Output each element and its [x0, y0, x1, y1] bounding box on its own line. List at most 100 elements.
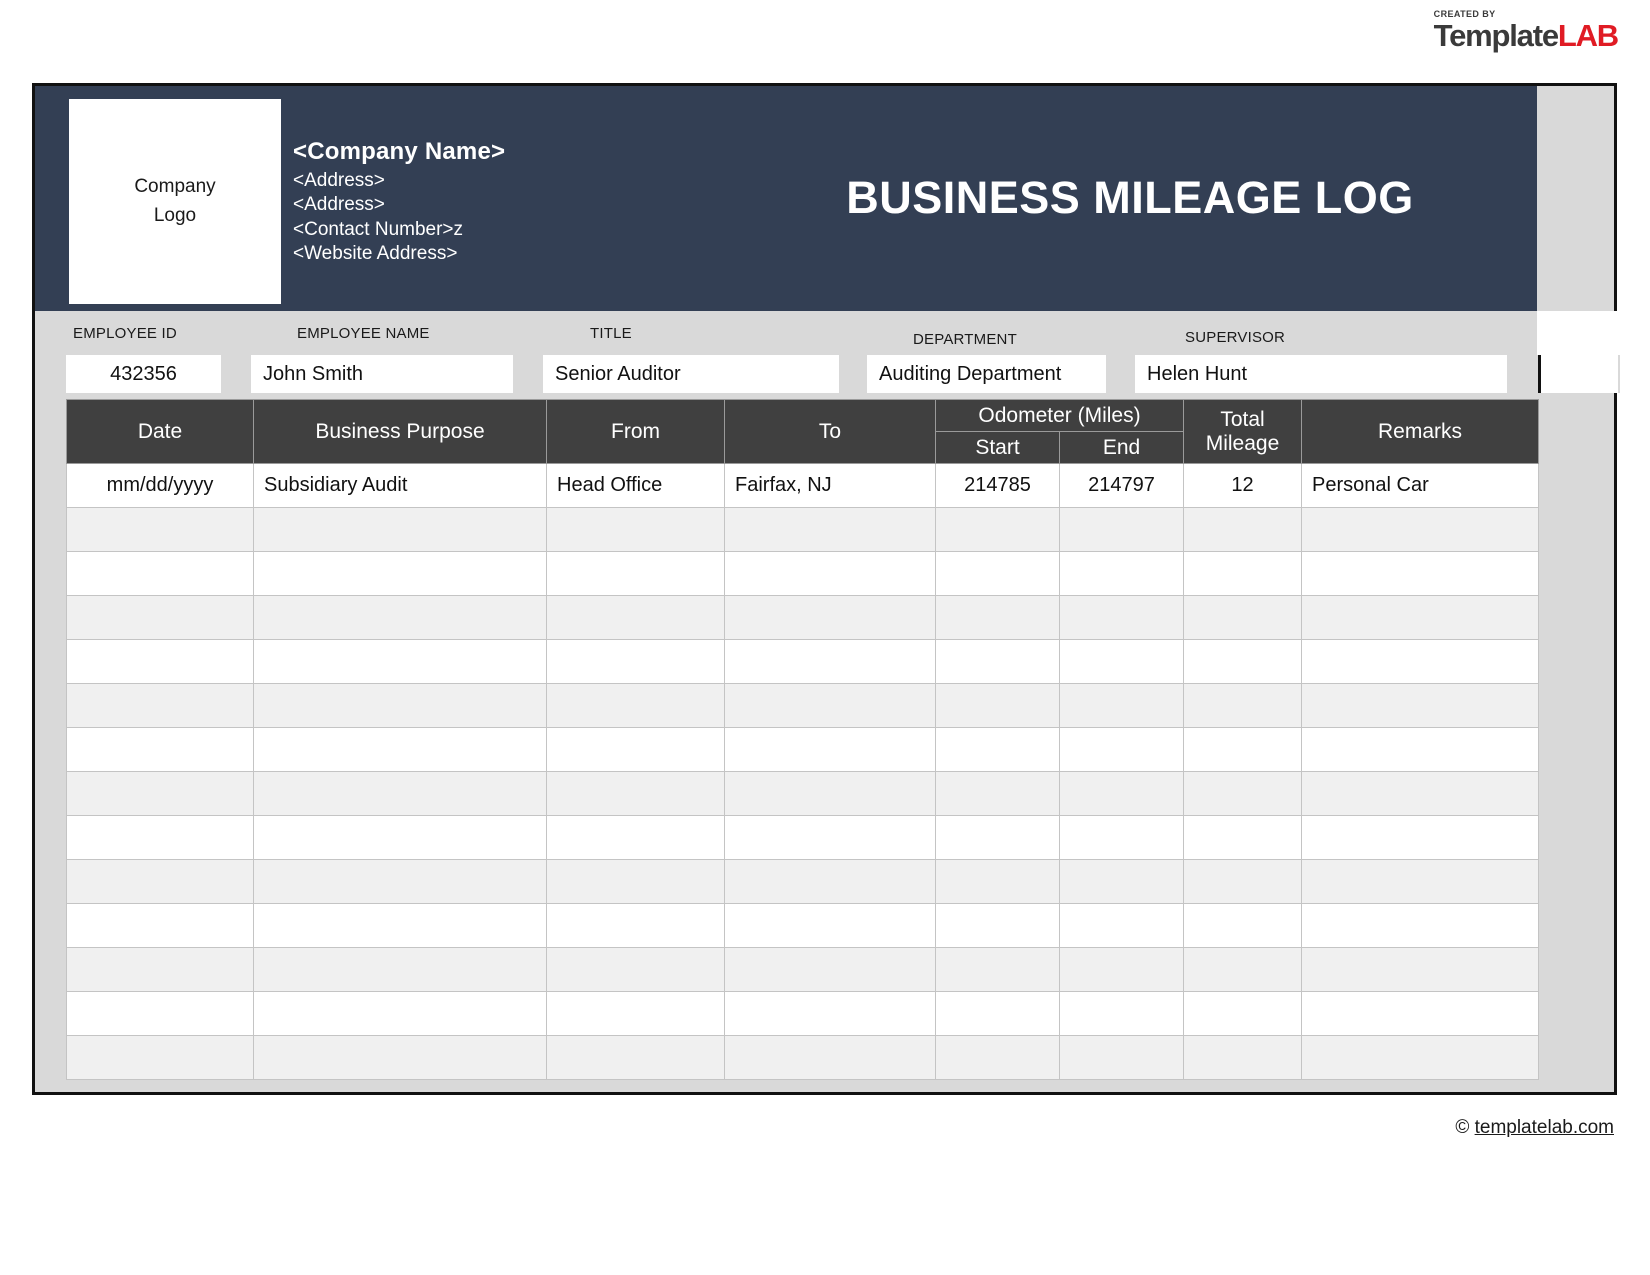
cell-total-mileage[interactable]: 12	[1184, 464, 1302, 508]
cell-from[interactable]	[547, 596, 725, 640]
cell-odometer-start[interactable]	[936, 904, 1060, 948]
cell-odometer-end[interactable]	[1060, 992, 1184, 1036]
cell-business-purpose[interactable]	[254, 596, 547, 640]
cell-total-mileage[interactable]	[1184, 860, 1302, 904]
cell-odometer-start[interactable]	[936, 684, 1060, 728]
cell-to[interactable]	[725, 728, 936, 772]
cell-to[interactable]	[725, 948, 936, 992]
cell-business-purpose[interactable]	[254, 992, 547, 1036]
cell-odometer-end[interactable]	[1060, 772, 1184, 816]
employee-id-input[interactable]: 432356	[66, 355, 221, 393]
cell-from[interactable]	[547, 728, 725, 772]
cell-date[interactable]	[67, 552, 254, 596]
cell-date[interactable]	[67, 904, 254, 948]
cell-date[interactable]	[67, 860, 254, 904]
cell-business-purpose[interactable]	[254, 640, 547, 684]
cell-remarks[interactable]: Personal Car	[1302, 464, 1539, 508]
cell-remarks[interactable]	[1302, 684, 1539, 728]
cell-remarks[interactable]	[1302, 904, 1539, 948]
cell-odometer-end[interactable]	[1060, 508, 1184, 552]
templatelab-link[interactable]: templatelab.com	[1475, 1117, 1614, 1138]
cell-odometer-start[interactable]	[936, 552, 1060, 596]
cell-remarks[interactable]	[1302, 728, 1539, 772]
cell-business-purpose[interactable]	[254, 728, 547, 772]
cell-odometer-start[interactable]	[936, 816, 1060, 860]
cell-from[interactable]	[547, 904, 725, 948]
cell-remarks[interactable]	[1302, 596, 1539, 640]
cell-remarks[interactable]	[1302, 640, 1539, 684]
cell-total-mileage[interactable]	[1184, 640, 1302, 684]
title-input[interactable]: Senior Auditor	[543, 355, 839, 393]
cell-from[interactable]	[547, 816, 725, 860]
cell-to[interactable]	[725, 552, 936, 596]
cell-odometer-end[interactable]	[1060, 1036, 1184, 1080]
cell-odometer-start[interactable]	[936, 508, 1060, 552]
cell-from[interactable]	[547, 552, 725, 596]
cell-total-mileage[interactable]	[1184, 684, 1302, 728]
cell-date[interactable]: mm/dd/yyyy	[67, 464, 254, 508]
cell-from[interactable]	[547, 640, 725, 684]
cell-odometer-start[interactable]	[936, 860, 1060, 904]
cell-odometer-start[interactable]	[936, 640, 1060, 684]
cell-business-purpose[interactable]	[254, 860, 547, 904]
cell-to[interactable]	[725, 992, 936, 1036]
cell-date[interactable]	[67, 596, 254, 640]
cell-odometer-end[interactable]	[1060, 684, 1184, 728]
cell-to[interactable]	[725, 684, 936, 728]
cell-from[interactable]	[547, 860, 725, 904]
cell-to[interactable]	[725, 640, 936, 684]
cell-business-purpose[interactable]	[254, 772, 547, 816]
cell-date[interactable]	[67, 728, 254, 772]
cell-total-mileage[interactable]	[1184, 948, 1302, 992]
cell-total-mileage[interactable]	[1184, 728, 1302, 772]
cell-remarks[interactable]	[1302, 816, 1539, 860]
cell-business-purpose[interactable]	[254, 904, 547, 948]
cell-from[interactable]	[547, 508, 725, 552]
cell-date[interactable]	[67, 816, 254, 860]
cell-odometer-end[interactable]	[1060, 728, 1184, 772]
cell-odometer-start[interactable]: 214785	[936, 464, 1060, 508]
cell-date[interactable]	[67, 948, 254, 992]
cell-business-purpose[interactable]	[254, 508, 547, 552]
cell-to[interactable]	[725, 596, 936, 640]
cell-from[interactable]	[547, 992, 725, 1036]
cell-total-mileage[interactable]	[1184, 552, 1302, 596]
cell-odometer-start[interactable]	[936, 728, 1060, 772]
cell-odometer-start[interactable]	[936, 948, 1060, 992]
cell-remarks[interactable]	[1302, 772, 1539, 816]
cell-total-mileage[interactable]	[1184, 992, 1302, 1036]
cell-odometer-end[interactable]	[1060, 860, 1184, 904]
cell-to[interactable]: Fairfax, NJ	[725, 464, 936, 508]
cell-remarks[interactable]	[1302, 992, 1539, 1036]
overflow-input-clipped[interactable]	[1538, 355, 1618, 393]
cell-total-mileage[interactable]	[1184, 508, 1302, 552]
cell-odometer-start[interactable]	[936, 596, 1060, 640]
cell-odometer-end[interactable]	[1060, 552, 1184, 596]
cell-remarks[interactable]	[1302, 860, 1539, 904]
cell-odometer-end[interactable]	[1060, 816, 1184, 860]
cell-date[interactable]	[67, 640, 254, 684]
cell-total-mileage[interactable]	[1184, 596, 1302, 640]
cell-business-purpose[interactable]	[254, 552, 547, 596]
cell-total-mileage[interactable]	[1184, 1036, 1302, 1080]
cell-total-mileage[interactable]	[1184, 816, 1302, 860]
cell-remarks[interactable]	[1302, 552, 1539, 596]
cell-date[interactable]	[67, 1036, 254, 1080]
cell-business-purpose[interactable]: Subsidiary Audit	[254, 464, 547, 508]
cell-from[interactable]	[547, 684, 725, 728]
cell-business-purpose[interactable]	[254, 948, 547, 992]
cell-date[interactable]	[67, 684, 254, 728]
cell-to[interactable]	[725, 904, 936, 948]
cell-date[interactable]	[67, 772, 254, 816]
company-logo-placeholder[interactable]: Company Logo	[69, 99, 281, 304]
cell-from[interactable]	[547, 948, 725, 992]
cell-odometer-start[interactable]	[936, 992, 1060, 1036]
cell-to[interactable]	[725, 772, 936, 816]
cell-odometer-end[interactable]	[1060, 640, 1184, 684]
department-input[interactable]: Auditing Department	[867, 355, 1106, 393]
cell-remarks[interactable]	[1302, 508, 1539, 552]
cell-to[interactable]	[725, 1036, 936, 1080]
cell-total-mileage[interactable]	[1184, 904, 1302, 948]
cell-odometer-end[interactable]	[1060, 948, 1184, 992]
cell-from[interactable]: Head Office	[547, 464, 725, 508]
